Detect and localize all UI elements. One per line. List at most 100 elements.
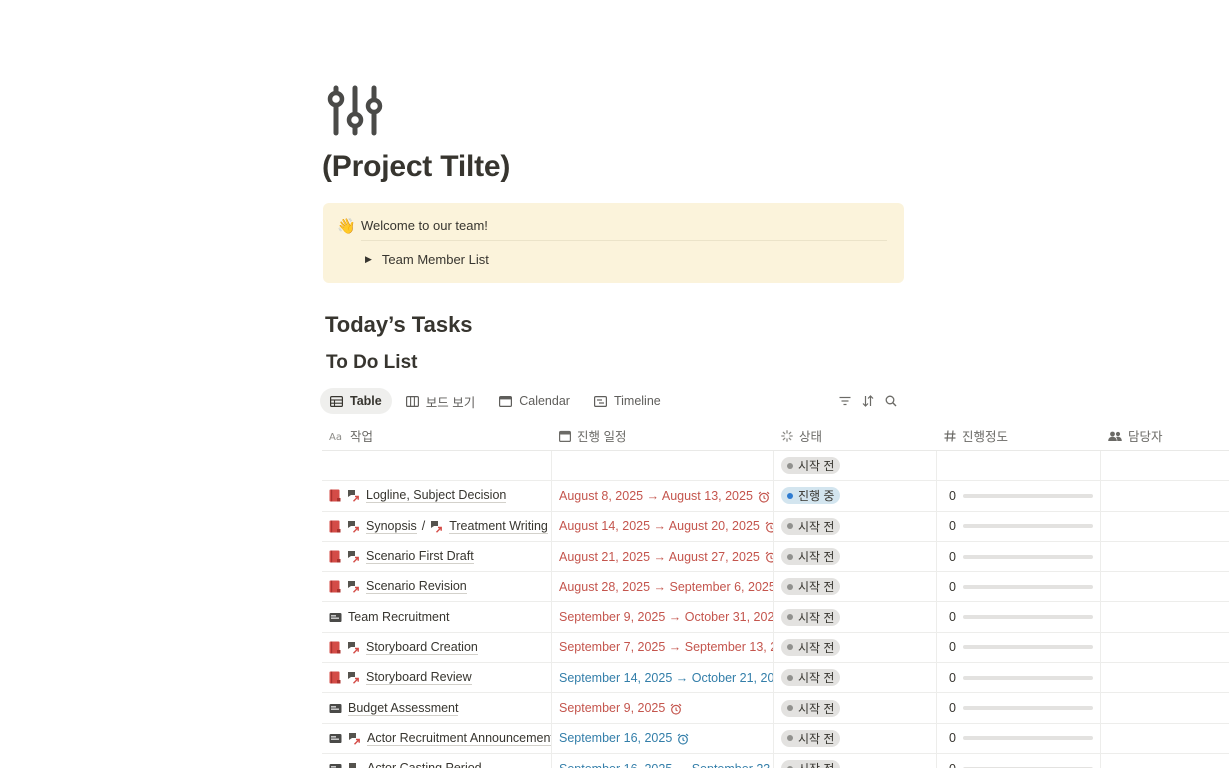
schedule-date-text[interactable]: September 16, 2025 bbox=[559, 731, 672, 745]
task-cell[interactable] bbox=[322, 450, 552, 481]
status-cell[interactable]: 시작 전 bbox=[774, 450, 937, 481]
status-cell[interactable]: 시작 전 bbox=[774, 753, 937, 768]
schedule-cell[interactable]: August 8, 2025 → August 13, 2025 bbox=[552, 480, 774, 512]
task-name[interactable]: Team Recruitment bbox=[329, 610, 449, 624]
column-assignee-label[interactable]: 담당자 bbox=[1128, 426, 1163, 445]
schedule-date-text[interactable]: September 14, 2025 → October 21, 2025 bbox=[559, 671, 773, 685]
column-task-label[interactable]: 작업 bbox=[350, 426, 373, 445]
tab-table[interactable]: Table bbox=[320, 388, 392, 414]
column-schedule-label[interactable]: 진행 일정 bbox=[577, 426, 626, 445]
schedule-date-text[interactable]: August 8, 2025 → August 13, 2025 bbox=[559, 489, 753, 503]
schedule-date-text[interactable]: September 7, 2025 → September 13, 2025 bbox=[559, 640, 773, 654]
task-name[interactable]: Storyboard Review bbox=[329, 670, 472, 686]
tab-board[interactable]: 보드 보기 bbox=[396, 388, 485, 414]
status-badge[interactable]: 시작 전 bbox=[781, 669, 841, 687]
table-row[interactable]: Scenario Revision August 28, 2025 → Septe… bbox=[322, 571, 1229, 603]
assignee-cell[interactable] bbox=[1101, 693, 1229, 723]
assignee-cell[interactable] bbox=[1101, 632, 1229, 662]
assignee-cell[interactable] bbox=[1101, 451, 1229, 481]
task-title[interactable]: Storyboard Creation bbox=[366, 640, 478, 655]
task-cell[interactable]: Scenario First Draft bbox=[322, 541, 552, 572]
toggle-label[interactable]: Team Member List bbox=[382, 252, 489, 267]
tab-timeline[interactable]: Timeline bbox=[584, 388, 671, 414]
task-title-secondary[interactable]: Treatment Writing bbox=[449, 519, 548, 534]
schedule-cell[interactable] bbox=[552, 450, 774, 481]
assignee-cell[interactable] bbox=[1101, 541, 1229, 571]
task-cell[interactable]: Storyboard Review bbox=[322, 662, 552, 693]
task-cell[interactable]: Team Recruitment bbox=[322, 601, 552, 633]
team-member-toggle[interactable]: ▶ Team Member List bbox=[365, 252, 489, 267]
progress-cell[interactable]: 0 bbox=[937, 632, 1101, 663]
table-row[interactable]: Actor Casting Period September 16, 2025 →… bbox=[322, 753, 1229, 768]
schedule-date[interactable]: August 8, 2025 → August 13, 2025 bbox=[559, 489, 770, 503]
task-name[interactable]: Storyboard Creation bbox=[329, 640, 478, 655]
status-badge[interactable]: 시작 전 bbox=[781, 699, 841, 717]
schedule-date[interactable]: August 21, 2025 → August 27, 2025 bbox=[559, 550, 773, 564]
progress-cell[interactable]: 0 bbox=[937, 571, 1101, 602]
column-progress-label[interactable]: 진행정도 bbox=[962, 426, 1008, 445]
schedule-date[interactable]: September 9, 2025 bbox=[559, 701, 682, 715]
schedule-date[interactable]: September 14, 2025 → October 21, 2025 bbox=[559, 671, 773, 685]
task-name[interactable]: Scenario Revision bbox=[329, 579, 467, 595]
table-row[interactable]: Logline, Subject Decision August 8, 2025 … bbox=[322, 480, 1229, 512]
task-cell[interactable]: Storyboard Creation bbox=[322, 632, 552, 663]
page-title[interactable]: (Project Tilte) bbox=[322, 150, 510, 184]
filter-icon[interactable] bbox=[838, 394, 852, 408]
assignee-cell[interactable] bbox=[1101, 753, 1229, 768]
task-title[interactable]: Actor Recruitment Announcement bbox=[367, 731, 551, 746]
column-header-schedule[interactable]: 진행 일정 bbox=[552, 421, 774, 451]
status-cell[interactable]: 시작 전 bbox=[774, 511, 937, 542]
schedule-date-text[interactable]: August 28, 2025 → September 6, 2025 bbox=[559, 580, 773, 594]
status-label[interactable]: 시작 전 bbox=[798, 548, 834, 565]
status-label[interactable]: 시작 전 bbox=[798, 578, 834, 595]
status-badge[interactable]: 시작 전 bbox=[781, 517, 841, 535]
task-title[interactable]: Scenario First Draft bbox=[366, 549, 474, 565]
table-row[interactable]: 시작 전 bbox=[322, 450, 1229, 482]
progress-cell[interactable]: 0 bbox=[937, 662, 1101, 693]
schedule-date-text[interactable]: September 9, 2025 → October 31, 2025 bbox=[559, 610, 773, 624]
assignee-cell[interactable] bbox=[1101, 663, 1229, 693]
status-cell[interactable]: 시작 전 bbox=[774, 692, 937, 724]
task-name[interactable]: Actor Recruitment Announcement bbox=[329, 731, 551, 746]
tab-table-label[interactable]: Table bbox=[350, 394, 382, 408]
task-cell[interactable]: Synopsis / Treatment Writing bbox=[322, 511, 552, 542]
schedule-date[interactable]: September 16, 2025 bbox=[559, 731, 689, 745]
sort-icon[interactable] bbox=[861, 394, 875, 408]
task-title[interactable]: Actor Casting Period bbox=[367, 761, 482, 768]
schedule-date[interactable]: September 7, 2025 → September 13, 2025 bbox=[559, 640, 773, 654]
status-cell[interactable]: 시작 전 bbox=[774, 571, 937, 602]
column-header-assignee[interactable]: 담당자 bbox=[1101, 421, 1229, 451]
status-cell[interactable]: 시작 전 bbox=[774, 662, 937, 693]
table-row[interactable]: Budget Assessment September 9, 2025 시작 전 0 bbox=[322, 692, 1229, 724]
column-header-progress[interactable]: 진행정도 bbox=[937, 421, 1101, 451]
progress-cell[interactable]: 0 bbox=[937, 541, 1101, 572]
progress-cell[interactable]: 0 bbox=[937, 601, 1101, 633]
table-row[interactable]: Team Recruitment September 9, 2025 → Octo… bbox=[322, 601, 1229, 633]
table-row[interactable]: Storyboard Review September 14, 2025 → Oc… bbox=[322, 662, 1229, 694]
status-label[interactable]: 시작 전 bbox=[798, 609, 834, 626]
schedule-cell[interactable]: August 28, 2025 → September 6, 2025 bbox=[552, 571, 774, 602]
schedule-date[interactable]: September 16, 2025 → September 23, 2025 bbox=[559, 762, 773, 768]
tab-board-label[interactable]: 보드 보기 bbox=[426, 392, 475, 411]
schedule-cell[interactable]: September 9, 2025 → October 31, 2025 bbox=[552, 601, 774, 633]
progress-cell[interactable]: 0 bbox=[937, 511, 1101, 542]
schedule-cell[interactable]: September 9, 2025 bbox=[552, 692, 774, 724]
task-cell[interactable]: Budget Assessment bbox=[322, 692, 552, 724]
status-label[interactable]: 진행 중 bbox=[798, 487, 834, 504]
schedule-date[interactable]: August 28, 2025 → September 6, 2025 bbox=[559, 580, 773, 594]
table-row[interactable]: Scenario First Draft August 21, 2025 → Au… bbox=[322, 541, 1229, 573]
schedule-date-text[interactable]: August 14, 2025 → August 20, 2025 bbox=[559, 519, 760, 533]
schedule-cell[interactable]: September 14, 2025 → October 21, 2025 bbox=[552, 662, 774, 693]
status-label[interactable]: 시작 전 bbox=[798, 457, 834, 474]
task-cell[interactable]: Logline, Subject Decision bbox=[322, 480, 552, 512]
table-row[interactable]: Synopsis / Treatment Writing August 14, 202… bbox=[322, 511, 1229, 542]
progress-cell[interactable]: 0 bbox=[937, 692, 1101, 724]
status-badge[interactable]: 시작 전 bbox=[781, 608, 841, 626]
task-title[interactable]: Budget Assessment bbox=[348, 701, 459, 716]
task-title[interactable]: Team Recruitment bbox=[348, 610, 449, 624]
assignee-cell[interactable] bbox=[1101, 723, 1229, 753]
status-label[interactable]: 시작 전 bbox=[798, 639, 834, 656]
status-badge[interactable]: 진행 중 bbox=[781, 487, 841, 505]
assignee-cell[interactable] bbox=[1101, 511, 1229, 541]
status-badge[interactable]: 시작 전 bbox=[781, 548, 841, 566]
